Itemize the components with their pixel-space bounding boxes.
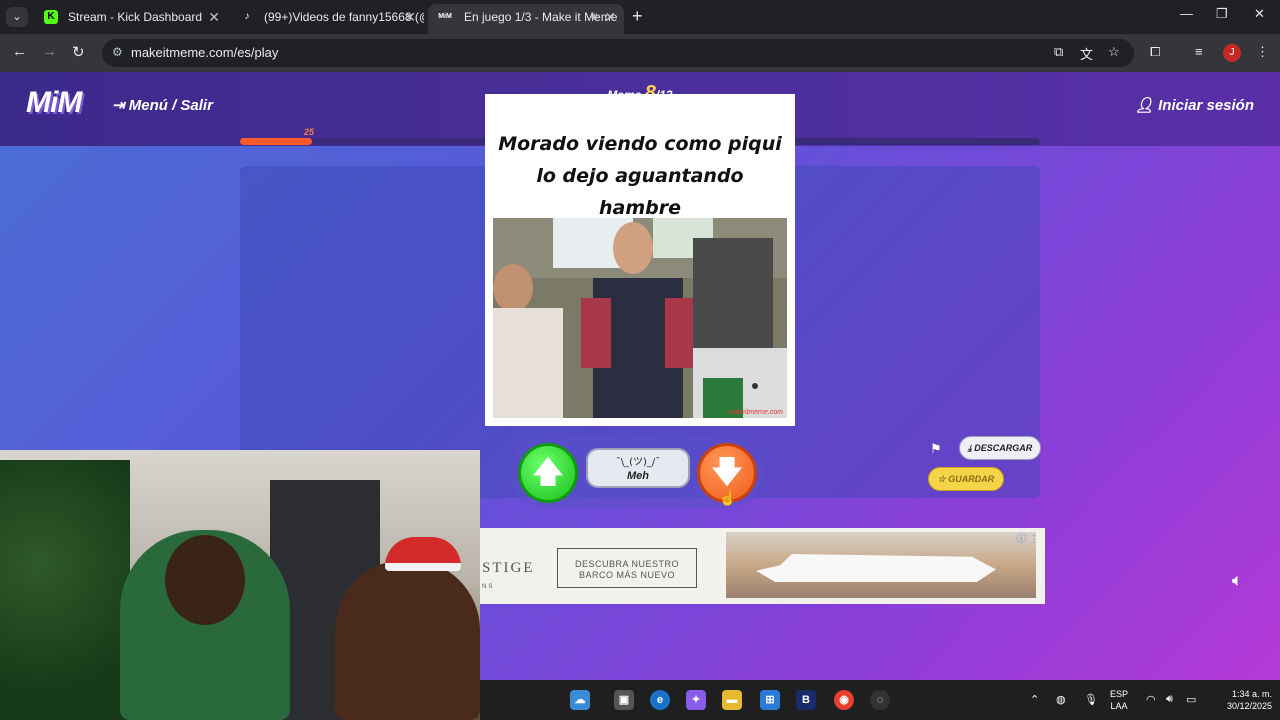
- tray-app-icon[interactable]: ◍: [1056, 693, 1066, 706]
- bookmark-star-icon[interactable]: ☆: [1108, 44, 1120, 60]
- tray-chevron-icon[interactable]: ⌃: [1030, 693, 1039, 706]
- meme-watermark: makeitmeme.com: [727, 409, 783, 416]
- battery-icon[interactable]: ▭: [1186, 693, 1196, 706]
- meh-label: Meh: [627, 470, 649, 482]
- clock-date: 30/12/2025: [1226, 701, 1272, 711]
- timer-bar-fill: [240, 138, 312, 145]
- webcam-overlay: [0, 450, 480, 720]
- login-label: Iniciar sesión: [1158, 97, 1254, 114]
- lang-line1: ESP: [1110, 689, 1129, 699]
- ad-brand: STIGE: [482, 560, 535, 576]
- save-button[interactable]: ☆ GUARDAR: [928, 467, 1004, 491]
- profile-avatar[interactable]: J: [1223, 44, 1241, 62]
- meme-image: makeitmeme.com: [493, 218, 787, 418]
- ad-banner[interactable]: STIGE NS DESCUBRA NUESTRO BARCO MÁS NUEV…: [480, 528, 1045, 604]
- minimize-icon[interactable]: —: [1180, 6, 1193, 21]
- hand-cursor-icon: ☝: [719, 490, 737, 506]
- language-indicator[interactable]: ESP LAA: [1110, 688, 1128, 712]
- browser-toolbar: ← → ↻ ⚙ makeitmeme.com/es/play ⧉ 文 ☆ ⧠ ≡…: [0, 34, 1280, 72]
- ad-brand-sub: NS: [482, 584, 495, 590]
- system-clock[interactable]: 1:34 a. m. 30/12/2025: [1212, 688, 1272, 712]
- weather-app-icon[interactable]: ☁: [570, 690, 590, 710]
- meme-card: Morado viendo como piqui lo dejo aguanta…: [485, 94, 795, 426]
- report-flag-icon[interactable]: ⚑: [930, 441, 942, 457]
- url-text[interactable]: makeitmeme.com/es/play: [131, 45, 278, 60]
- ad-info-icon[interactable]: ⓘ ⋮: [1016, 530, 1039, 545]
- download-button[interactable]: ⤓ DESCARGAR: [959, 436, 1041, 460]
- login-button[interactable]: 👤︎ Iniciar sesión: [1135, 96, 1254, 114]
- ad-cta-line2: BARCO MÁS NUEVO: [578, 570, 675, 580]
- edge-icon[interactable]: e: [650, 690, 670, 710]
- new-tab-icon[interactable]: +: [632, 6, 643, 27]
- shrug-emoticon: ¯\_(ツ)_/¯: [615, 457, 661, 468]
- forward-icon[interactable]: →: [42, 43, 57, 60]
- browser-tab-bar: ⌄ K Stream - Kick Dashboard ✕ ♪ (99+)Vid…: [0, 0, 1280, 34]
- close-tab-icon[interactable]: ✕: [208, 4, 220, 30]
- speaker-icon[interactable]: 🔈︎: [1232, 570, 1243, 591]
- volume-icon[interactable]: 🔊︎: [1166, 693, 1173, 706]
- task-view-icon[interactable]: ▣: [614, 690, 634, 710]
- store-icon[interactable]: ⊞: [760, 690, 780, 710]
- tab-search-button[interactable]: ⌄: [6, 7, 28, 27]
- restore-icon[interactable]: ❐: [1216, 6, 1228, 22]
- microphone-icon[interactable]: 🎙︎: [1084, 693, 1098, 706]
- ship-shape: [756, 554, 996, 582]
- close-tab-icon[interactable]: ✕: [404, 4, 416, 30]
- kick-favicon-icon: K: [44, 10, 58, 24]
- timer-seconds: 25: [304, 127, 315, 137]
- arrow-up-icon: 🡅: [532, 456, 564, 489]
- media-control-icon[interactable]: ≡: [1195, 44, 1203, 59]
- streamer-left-head: [165, 535, 245, 625]
- file-explorer-icon[interactable]: ▬: [722, 690, 742, 710]
- meme-caption: Morado viendo como piqui lo dejo aguanta…: [498, 133, 782, 219]
- install-app-icon[interactable]: ⧉: [1054, 44, 1063, 60]
- reload-icon[interactable]: ↻: [72, 43, 85, 61]
- more-menu-icon[interactable]: ⋮: [1256, 44, 1269, 60]
- tab-title: (99+)Videos de fanny15668 (@: [264, 10, 424, 24]
- tiktok-favicon-icon: ♪: [244, 11, 250, 22]
- clock-time: 1:34 a. m.: [1231, 689, 1272, 699]
- disappointed-fan-photo: [493, 218, 787, 418]
- site-info-icon[interactable]: ⚙: [112, 45, 123, 59]
- tab-make-it-meme[interactable]: MiM En juego 1/3 - Make it Meme 🔊︎ ✕: [428, 4, 624, 34]
- close-window-icon[interactable]: ✕: [1254, 6, 1265, 22]
- chrome-icon[interactable]: ◉: [834, 690, 854, 710]
- b-app-icon[interactable]: B: [796, 690, 816, 710]
- user-icon: 👤︎: [1134, 97, 1159, 114]
- christmas-tree: [0, 460, 130, 720]
- tab-title: Stream - Kick Dashboard: [68, 10, 203, 24]
- save-label: GUARDAR: [948, 474, 995, 484]
- download-label: DESCARGAR: [974, 443, 1033, 453]
- tab-kick-dashboard[interactable]: K Stream - Kick Dashboard ✕: [32, 4, 228, 34]
- arrow-down-icon: 🡇: [711, 456, 743, 489]
- ad-cta-line1: DESCUBRA NUESTRO: [574, 559, 680, 569]
- ad-cta-button[interactable]: DESCUBRA NUESTRO BARCO MÁS NUEVO: [557, 548, 697, 588]
- santa-hat: [385, 537, 461, 571]
- meh-button[interactable]: ¯\_(ツ)_/¯ Meh: [586, 448, 690, 488]
- wifi-icon[interactable]: ◠: [1146, 693, 1156, 706]
- mim-favicon-icon: MiM: [438, 13, 452, 20]
- lang-line2: LAA: [1110, 701, 1128, 711]
- extensions-icon[interactable]: ⧠: [1150, 44, 1160, 60]
- star-icon: ☆: [937, 474, 949, 484]
- back-icon[interactable]: ←: [12, 43, 27, 60]
- address-bar[interactable]: ⚙ makeitmeme.com/es/play: [102, 39, 1134, 67]
- cruise-ship-image: [726, 532, 1036, 598]
- streamer-right: [335, 560, 480, 720]
- upvote-button[interactable]: 🡅: [518, 443, 578, 503]
- app-icon[interactable]: ◌: [870, 690, 890, 710]
- translate-icon[interactable]: 文: [1080, 44, 1093, 63]
- audio-playing-icon[interactable]: 🔊︎: [591, 4, 598, 30]
- close-tab-icon[interactable]: ✕: [604, 4, 616, 30]
- copilot-icon[interactable]: ✦: [686, 690, 706, 710]
- tab-tiktok[interactable]: ♪ (99+)Videos de fanny15668 (@ ✕: [228, 4, 425, 34]
